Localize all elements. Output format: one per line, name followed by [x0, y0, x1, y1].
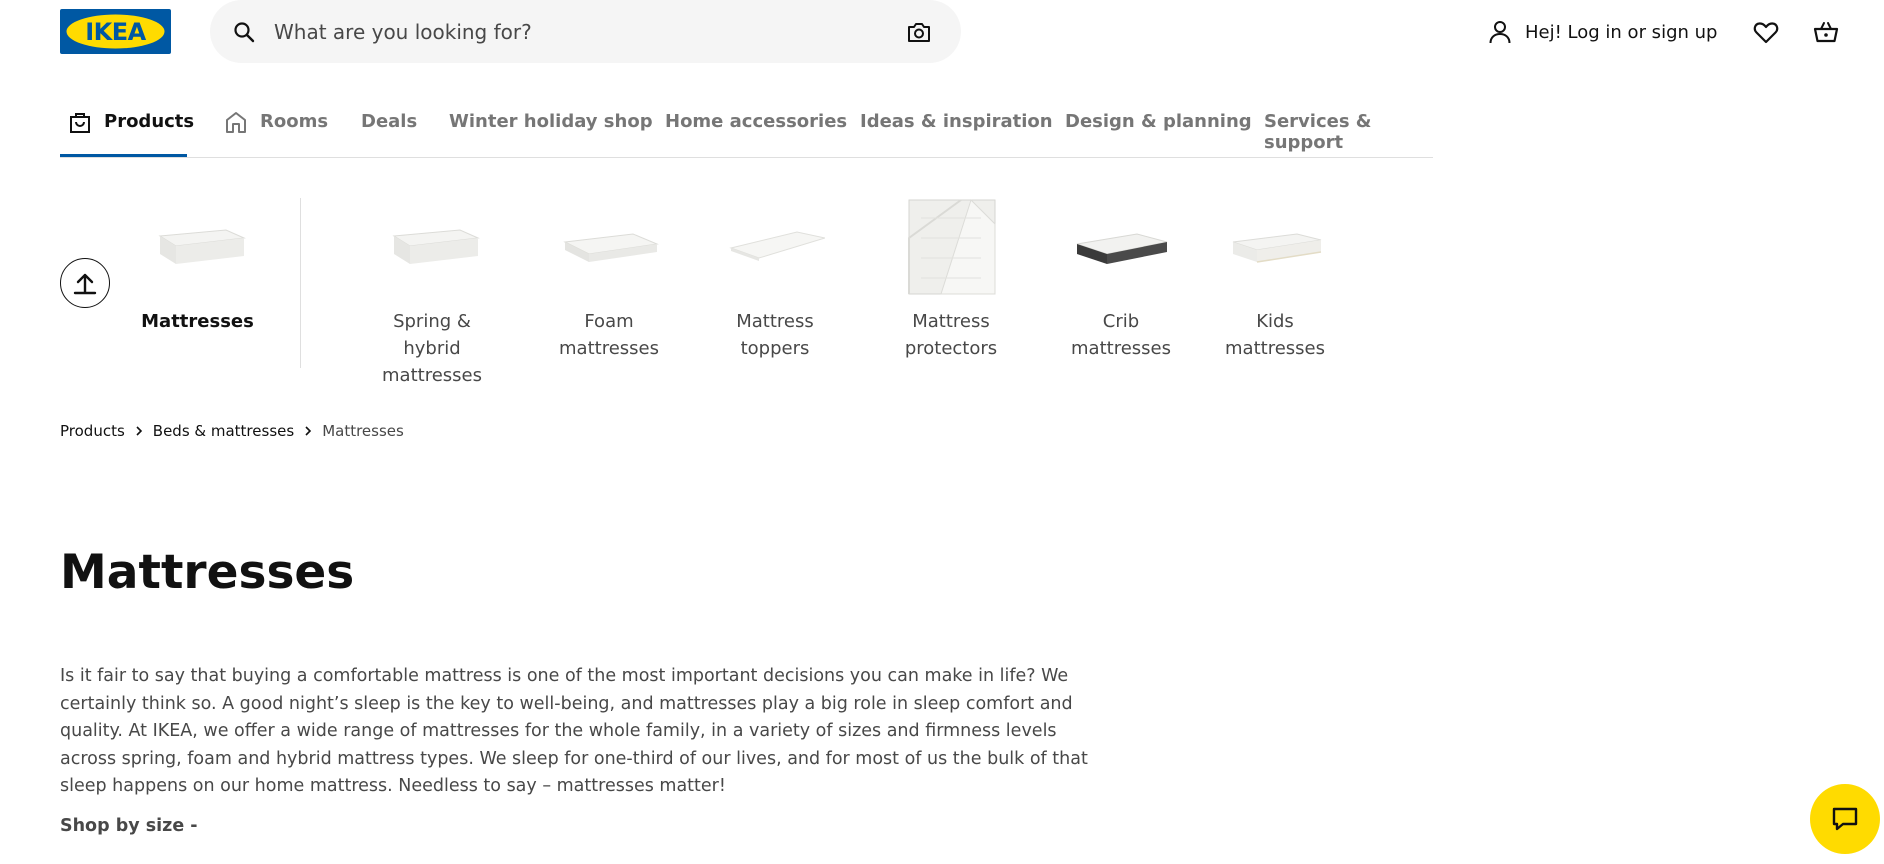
breadcrumb-link-beds-mattresses[interactable]: Beds & mattresses — [153, 422, 294, 440]
search-icon[interactable] — [232, 20, 256, 44]
category-spring-hybrid-mattresses[interactable]: Spring & hybrid mattresses — [362, 198, 502, 389]
category-label: Crib mattresses — [1071, 311, 1171, 359]
logo-text: IKEA — [85, 17, 146, 46]
nav-tab-design-planning[interactable]: Design & planning — [1065, 98, 1252, 158]
nav-tab-label: Rooms — [260, 111, 329, 132]
mattress-thumbnail-icon — [157, 229, 246, 264]
page-title: Mattresses — [60, 545, 355, 600]
category-label: Mattress toppers — [736, 311, 814, 359]
nav-tab-deals[interactable]: Deals — [361, 98, 417, 158]
shopping-basket-icon[interactable] — [1812, 18, 1840, 46]
category-label: Foam mattresses — [559, 311, 659, 359]
nav-tab-rooms[interactable]: Rooms — [224, 98, 328, 158]
spring-mattress-thumbnail-icon — [392, 229, 480, 264]
login-link[interactable]: Hej! Log in or sign up — [1487, 16, 1717, 48]
breadcrumb: Products Beds & mattresses Mattresses — [60, 420, 404, 442]
site-header: IKEA Hej! Log in or sign up — [0, 0, 1884, 64]
category-mattress-toppers[interactable]: Mattress toppers — [704, 198, 846, 362]
search-bar — [210, 0, 961, 63]
shopping-bag-icon — [70, 113, 90, 133]
breadcrumb-link-products[interactable]: Products — [60, 422, 125, 440]
nav-tab-label: Winter holiday shop — [449, 111, 653, 132]
category-label: Mattresses — [141, 311, 254, 332]
nav-tab-ideas-inspiration[interactable]: Ideas & inspiration — [860, 98, 1053, 158]
kids-mattress-thumbnail-icon — [1232, 233, 1322, 263]
shop-by-size-heading: Shop by size - — [60, 816, 198, 836]
mattress-topper-thumbnail-icon — [729, 231, 825, 261]
crib-mattress-thumbnail-icon — [1076, 233, 1168, 264]
search-input[interactable] — [272, 14, 872, 50]
chat-button[interactable] — [1810, 784, 1880, 854]
chat-bubble-icon — [1832, 807, 1858, 831]
nav-tab-winter-holiday-shop[interactable]: Winter holiday shop — [449, 98, 653, 158]
category-mattress-protectors[interactable]: Mattress protectors — [868, 198, 1034, 362]
category-foam-mattresses[interactable]: Foam mattresses — [538, 198, 680, 362]
nav-tab-label: Ideas & inspiration — [860, 111, 1053, 132]
nav-tab-label: Design & planning — [1065, 111, 1252, 132]
arrow-up-corner-icon — [73, 273, 97, 295]
user-icon — [1489, 21, 1511, 44]
chevron-right-icon — [136, 426, 142, 436]
breadcrumb-current: Mattresses — [322, 422, 404, 440]
category-divider — [300, 198, 301, 368]
nav-tab-label: Home accessories — [665, 111, 848, 132]
nav-tab-label: Deals — [361, 111, 418, 132]
ikea-logo[interactable]: IKEA — [60, 9, 171, 54]
category-crib-mattresses[interactable]: Crib mattresses — [1054, 198, 1188, 362]
category-label: Mattress protectors — [904, 311, 998, 359]
active-tab-indicator — [60, 154, 187, 157]
heart-icon[interactable] — [1752, 18, 1780, 46]
nav-tab-services-support[interactable]: Services & support — [1264, 98, 1433, 158]
category-label: Spring & hybrid mattresses — [382, 311, 482, 386]
nav-tab-home-accessories[interactable]: Home accessories — [665, 98, 847, 158]
main-navigation: Products Rooms Deals Winter holiday shop… — [60, 98, 1433, 158]
foam-mattress-thumbnail-icon — [563, 233, 659, 262]
camera-icon[interactable] — [906, 19, 932, 45]
mattress-protector-thumbnail-icon — [908, 199, 996, 295]
nav-tab-label: Services & support — [1264, 111, 1372, 153]
login-label: Hej! Log in or sign up — [1525, 21, 1718, 43]
category-kids-mattresses[interactable]: Kids mattresses — [1208, 198, 1342, 362]
intro-text: Is it fair to say that buying a comforta… — [60, 666, 1088, 796]
home-icon — [226, 112, 246, 133]
chevron-right-icon — [305, 426, 312, 436]
nav-tab-label: Products — [104, 111, 195, 132]
category-mattresses-current[interactable]: Mattresses — [140, 198, 255, 335]
category-label: Kids mattresses — [1225, 311, 1325, 359]
back-up-button[interactable] — [60, 258, 110, 308]
nav-tab-products[interactable]: Products — [68, 98, 194, 158]
